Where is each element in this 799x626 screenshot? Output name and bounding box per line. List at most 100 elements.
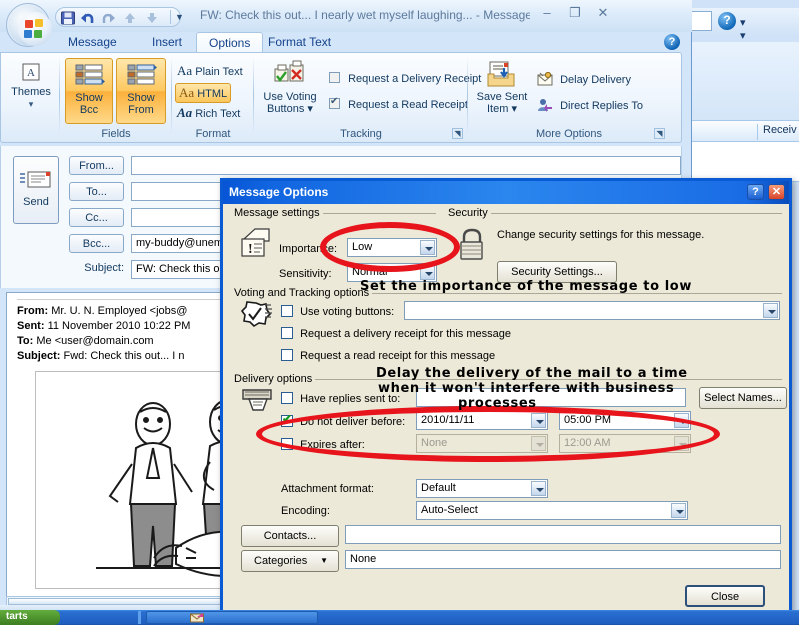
do-not-deliver-time-select[interactable]: 05:00 PM [559,411,691,430]
ribbon-group-themes: A Themes ▾ [3,54,59,142]
chevron-down-icon[interactable] [531,413,546,428]
dialog-close-button[interactable]: ✕ [768,184,785,200]
from-input[interactable] [131,156,681,175]
undo-icon[interactable] [80,10,96,26]
delay-delivery-button[interactable]: Delay Delivery [537,71,631,86]
use-voting-label-1: Use Voting [263,91,317,103]
direct-replies-to-button[interactable]: Direct Replies To [537,98,643,112]
more-options-group-label: More Options [535,128,603,140]
select-names-button[interactable]: Select Names... [699,387,787,409]
expires-after-date-value: None [421,437,448,449]
chevron-down-icon[interactable] [420,240,435,255]
ribbon-group-more-options: Save Sent Item ▾ Delay Delivery Direct R… [469,54,669,142]
outlook-toolbar-overflow-icon[interactable]: ▾ ▾ [740,16,746,42]
format-html[interactable]: Aa HTML [175,83,232,103]
tab-format-text[interactable]: Format Text [256,32,343,53]
dialog-help-button[interactable]: ? [747,184,764,200]
chevron-down-icon[interactable] [674,413,689,428]
expires-after-checkbox[interactable]: Expires after: [281,438,365,451]
chevron-down-icon[interactable] [763,303,778,318]
do-not-deliver-before-checkbox[interactable]: Do not deliver before: [281,412,406,428]
show-from-button[interactable]: Show From [116,58,166,124]
do-not-deliver-time-value: 05:00 PM [564,414,612,426]
request-delivery-receipt-checkbox[interactable]: Request a Delivery Receipt [329,72,481,85]
from-button[interactable]: From... [69,156,124,175]
checkbox-icon [281,305,293,317]
start-button[interactable]: tarts [0,610,60,625]
read-receipt-label: Request a read receipt for this message [300,350,496,362]
send-label: Send [23,196,49,208]
body-subject-value: Fwd: Check this out... I n [63,350,185,362]
format-rich-text[interactable]: Aa Rich Text [177,105,240,121]
show-bcc-label-1: Show [75,92,103,104]
tracking-dialog-launcher[interactable]: ◥ [452,128,463,139]
more-options-dialog-launcher[interactable]: ◥ [654,128,665,139]
html-glyph-icon: Aa [179,85,195,100]
attachment-format-select[interactable]: Default [416,479,548,498]
importance-select[interactable]: Low [347,238,437,257]
read-receipt-checkbox[interactable]: Request a read receipt for this message [281,349,495,362]
security-group-label: Security [445,207,491,219]
checkbox-icon [281,349,293,361]
categories-button[interactable]: Categories ▼ [241,550,339,572]
body-from-value: Mr. U. N. Employed <jobs@ [51,305,188,317]
next-item-icon[interactable] [144,10,160,26]
ribbon-tabstrip: Message Insert Options Format Text [0,32,692,53]
tab-options[interactable]: Options [196,32,264,53]
expires-after-date-select[interactable]: None [416,434,548,453]
previous-item-icon[interactable] [122,10,138,26]
chevron-down-icon[interactable] [420,265,435,280]
request-read-receipt-label: Request a Read Receipt [348,99,468,111]
windows-taskbar: tarts [0,610,799,625]
use-voting-buttons[interactable]: Use Voting Buttons ▾ [259,60,321,115]
delivery-receipt-checkbox[interactable]: Request a delivery receipt for this mess… [281,327,511,340]
cc-button[interactable]: Cc... [69,208,124,227]
dialog-title: Message Options [229,185,329,199]
close-button[interactable]: ✕ [590,4,616,22]
do-not-deliver-date-select[interactable]: 2010/11/11 [416,411,548,430]
bcc-button[interactable]: Bcc... [69,234,124,253]
outlook-toolbar-combo[interactable] [690,11,712,31]
save-sent-item-button[interactable]: Save Sent Item ▾ [473,60,531,115]
save-icon[interactable] [60,10,76,26]
body-from-line: From: Mr. U. N. Employed <jobs@ [17,305,187,317]
request-read-receipt-checkbox[interactable]: Request a Read Receipt [329,96,468,111]
minimize-button[interactable]: – [534,4,560,22]
tab-message[interactable]: Message [56,32,129,53]
contacts-button[interactable]: Contacts... [241,525,339,547]
use-voting-buttons-checkbox[interactable]: Use voting buttons: [281,305,394,318]
save-sent-item-label-2: Item ▾ [487,103,517,115]
body-subject-line: Subject: Fwd: Check this out... I n [17,350,185,362]
dialog-title-bar: Message Options ? ✕ [223,181,789,204]
categories-input[interactable]: None [345,550,781,569]
quick-access-dropdown-icon[interactable]: ▼ [175,12,184,22]
ribbon-group-format: Aa Plain Text Aa HTML Aa Rich Text Forma… [173,54,253,142]
maximize-button[interactable]: ❐ [562,4,588,22]
themes-dropdown-icon[interactable]: ▾ [7,98,55,110]
chevron-down-icon [674,436,689,451]
do-not-deliver-before-label: Do not deliver before: [300,416,406,428]
send-button[interactable]: Send [13,156,59,224]
expires-after-time-select[interactable]: 12:00 AM [559,434,691,453]
security-description: Change security settings for this messag… [497,229,705,241]
to-button[interactable]: To... [69,182,124,201]
attachment-format-label: Attachment format: [281,483,374,495]
encoding-label: Encoding: [281,505,330,517]
encoding-select[interactable]: Auto-Select [416,501,688,520]
rich-text-glyph-icon: Aa [177,105,193,120]
chevron-down-icon[interactable] [531,481,546,496]
voting-buttons-select[interactable] [404,301,780,320]
tab-insert[interactable]: Insert [140,32,194,53]
outlook-received-column-header[interactable]: Receiv [757,124,797,140]
chevron-down-icon[interactable] [671,503,686,518]
taskbar-window-item[interactable] [146,611,318,624]
redo-icon[interactable] [100,10,116,26]
themes-button[interactable]: A Themes ▾ [7,62,55,110]
delivery-options-group-label: Delivery options [231,373,316,385]
format-plain-text[interactable]: Aa Plain Text [177,63,243,79]
outlook-help-icon[interactable]: ? [718,12,736,30]
subject-label: Subject: [84,262,124,274]
contacts-input[interactable] [345,525,781,544]
show-bcc-button[interactable]: Show Bcc [65,58,113,124]
dialog-close-action-button[interactable]: Close [685,585,765,607]
